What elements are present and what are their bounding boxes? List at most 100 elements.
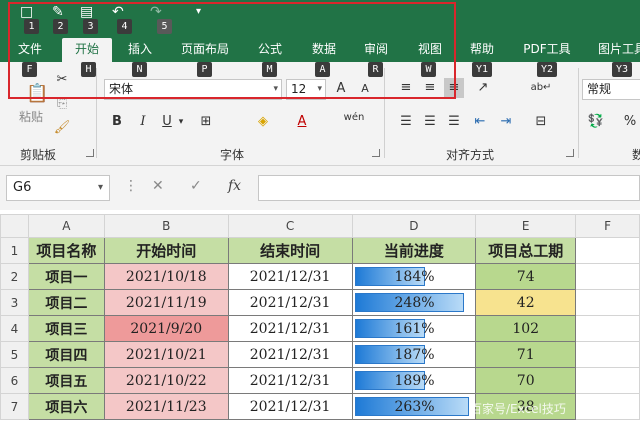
tab-file[interactable]: 文件 xyxy=(8,38,52,62)
header-cell-end[interactable]: 结束时间 xyxy=(227,237,353,264)
paste-icon[interactable]: 📋 xyxy=(26,84,48,104)
tab-page-layout[interactable]: 页面布局 xyxy=(172,38,238,62)
paste-button[interactable]: 粘贴 xyxy=(14,107,48,127)
start-date-cell[interactable]: 2021/10/21 xyxy=(103,341,229,368)
customize-qat-icon[interactable]: ▾ xyxy=(196,6,201,17)
end-date-cell[interactable]: 2021/12/31 xyxy=(227,367,353,394)
column-header-a[interactable]: A xyxy=(27,214,105,238)
row-header[interactable]: 5 xyxy=(0,341,29,368)
total-duration-cell[interactable]: 74 xyxy=(475,263,577,290)
wrap-text-icon[interactable]: ab↵ xyxy=(530,78,552,98)
clipboard-launcher-icon[interactable] xyxy=(86,149,94,157)
increase-indent-icon[interactable]: ⇥ xyxy=(496,112,516,132)
end-date-cell[interactable]: 2021/12/31 xyxy=(227,289,353,316)
bold-button[interactable]: B xyxy=(108,112,126,132)
project-name-cell[interactable]: 项目六 xyxy=(27,393,105,420)
insert-function-icon[interactable]: fx xyxy=(228,178,241,194)
accounting-format-icon[interactable]: 💱 xyxy=(586,112,606,132)
start-date-cell[interactable]: 2021/9/20 xyxy=(103,315,229,342)
end-date-cell[interactable]: 2021/12/31 xyxy=(227,393,353,420)
empty-cell[interactable] xyxy=(575,289,640,316)
phonetic-guide-button[interactable]: wén xyxy=(340,108,368,128)
cut-icon[interactable]: ✂ xyxy=(52,70,72,90)
start-date-cell[interactable]: 2021/11/23 xyxy=(103,393,229,420)
redo-icon[interactable]: ↷ xyxy=(150,4,162,20)
column-header-d[interactable]: D xyxy=(351,214,477,238)
align-right-icon[interactable]: ☰ xyxy=(444,112,464,132)
row-header[interactable]: 6 xyxy=(0,367,29,394)
align-top-icon[interactable]: ≡ xyxy=(396,78,416,98)
number-format-dropdown[interactable]: 常规 xyxy=(582,79,640,100)
format-painter-icon[interactable]: 🖌 xyxy=(52,118,72,138)
column-header-c[interactable]: C xyxy=(227,214,353,238)
tab-help[interactable]: 帮助 xyxy=(460,38,504,62)
enter-icon[interactable]: ✓ xyxy=(190,178,202,194)
borders-icon[interactable]: ⊞ xyxy=(196,112,216,132)
tab-review[interactable]: 审阅 xyxy=(354,38,398,62)
project-name-cell[interactable]: 项目四 xyxy=(27,341,105,368)
header-cell-start[interactable]: 开始时间 xyxy=(103,237,229,264)
align-left-icon[interactable]: ☰ xyxy=(396,112,416,132)
increase-font-button[interactable]: A xyxy=(332,79,350,99)
print-preview-icon[interactable]: ▤ xyxy=(80,4,93,20)
row-header[interactable]: 4 xyxy=(0,315,29,342)
alignment-launcher-icon[interactable] xyxy=(566,149,574,157)
progress-cell[interactable]: 248% xyxy=(351,289,477,316)
undo-icon[interactable]: ↶ xyxy=(112,4,124,20)
empty-cell[interactable] xyxy=(575,341,640,368)
merge-center-icon[interactable]: ⊟ xyxy=(530,112,552,132)
progress-cell[interactable]: 184% xyxy=(351,263,477,290)
name-box[interactable]: G6 ▾ xyxy=(6,175,110,201)
orientation-icon[interactable]: ↗ xyxy=(472,78,494,98)
row-header[interactable]: 7 xyxy=(0,393,29,420)
formula-input[interactable] xyxy=(258,175,640,201)
cancel-icon[interactable]: ✕ xyxy=(152,178,164,194)
font-launcher-icon[interactable] xyxy=(372,149,380,157)
font-color-icon[interactable]: A xyxy=(292,112,312,132)
end-date-cell[interactable]: 2021/12/31 xyxy=(227,341,353,368)
empty-cell[interactable] xyxy=(575,237,640,264)
total-duration-cell[interactable]: 102 xyxy=(475,315,577,342)
tab-view[interactable]: 视图 xyxy=(408,38,452,62)
tab-pdf-tools[interactable]: PDF工具 xyxy=(514,38,580,62)
align-center-icon[interactable]: ☰ xyxy=(420,112,440,132)
tab-insert[interactable]: 插入 xyxy=(118,38,162,62)
progress-cell[interactable]: 263% xyxy=(351,393,477,420)
end-date-cell[interactable]: 2021/12/31 xyxy=(227,315,353,342)
progress-cell[interactable]: 189% xyxy=(351,367,477,394)
header-cell-name[interactable]: 项目名称 xyxy=(27,237,105,264)
align-middle-icon[interactable]: ≡ xyxy=(420,78,440,98)
column-header-f[interactable]: F xyxy=(575,214,640,238)
font-name-dropdown[interactable]: 宋体 ▾ xyxy=(104,79,282,100)
column-header-e[interactable]: E xyxy=(475,214,577,238)
total-duration-cell[interactable]: 70 xyxy=(475,367,577,394)
row-header[interactable]: 1 xyxy=(0,237,29,264)
tab-data[interactable]: 数据 xyxy=(302,38,346,62)
row-header[interactable]: 2 xyxy=(0,263,29,290)
font-size-dropdown[interactable]: 12 ▾ xyxy=(286,79,326,100)
select-all-corner[interactable] xyxy=(0,214,29,238)
project-name-cell[interactable]: 项目三 xyxy=(27,315,105,342)
autosave-icon[interactable]: ✎ xyxy=(52,4,64,20)
start-date-cell[interactable]: 2021/11/19 xyxy=(103,289,229,316)
decrease-indent-icon[interactable]: ⇤ xyxy=(470,112,490,132)
project-name-cell[interactable]: 项目二 xyxy=(27,289,105,316)
total-duration-cell[interactable]: 42 xyxy=(475,289,577,316)
copy-icon[interactable]: ⎘ xyxy=(52,94,72,114)
empty-cell[interactable] xyxy=(575,315,640,342)
empty-cell[interactable] xyxy=(575,367,640,394)
fill-color-icon[interactable]: ◈ xyxy=(252,112,274,132)
progress-cell[interactable]: 187% xyxy=(351,341,477,368)
project-name-cell[interactable]: 项目一 xyxy=(27,263,105,290)
start-date-cell[interactable]: 2021/10/22 xyxy=(103,367,229,394)
percent-icon[interactable]: % xyxy=(620,112,640,132)
chevron-down-icon[interactable]: ▾ xyxy=(176,112,186,132)
italic-button[interactable]: I xyxy=(134,112,152,132)
underline-button[interactable]: U xyxy=(158,112,176,132)
tab-home[interactable]: 开始 xyxy=(62,38,112,62)
header-cell-total[interactable]: 项目总工期 xyxy=(475,237,577,264)
progress-cell[interactable]: 161% xyxy=(351,315,477,342)
project-name-cell[interactable]: 项目五 xyxy=(27,367,105,394)
tab-formulas[interactable]: 公式 xyxy=(248,38,292,62)
decrease-font-button[interactable]: A xyxy=(356,79,374,99)
